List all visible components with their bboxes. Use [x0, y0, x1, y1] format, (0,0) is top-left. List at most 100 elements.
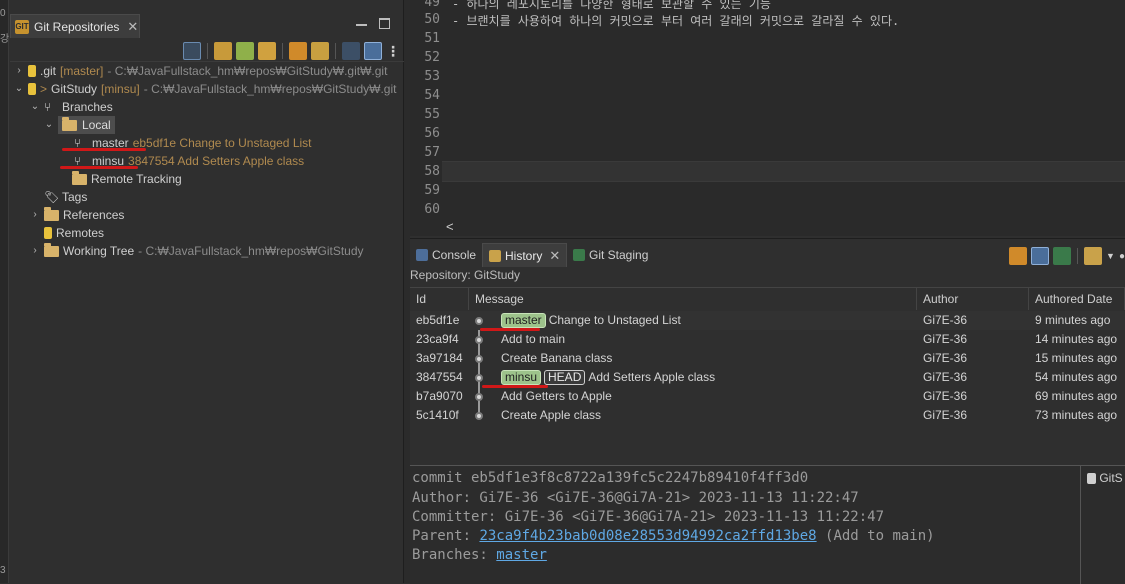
commit-author: Gi7E-36: [923, 332, 968, 346]
tab-console[interactable]: Console: [410, 243, 482, 267]
commit-id: 3a97184: [416, 351, 463, 365]
hierarchical-layout-icon[interactable]: [342, 42, 360, 60]
branch-tag: minsu: [501, 370, 542, 385]
link-with-selection-icon[interactable]: [1031, 247, 1050, 265]
branch-link[interactable]: master: [496, 547, 547, 563]
collapse-all-icon[interactable]: [183, 42, 201, 60]
expand-icon[interactable]: ›: [30, 206, 40, 224]
table-row[interactable]: 23ca9f4 Add to main Gi7E-36 14 minutes a…: [410, 330, 1125, 349]
edge-char-top: 0: [0, 8, 6, 19]
refresh-icon[interactable]: [1009, 247, 1028, 265]
view-menu-icon[interactable]: ⋮: [386, 43, 400, 60]
tab-history[interactable]: History ✕: [482, 243, 568, 267]
branches-label: Branches:: [412, 547, 497, 563]
tree-item-git-repo[interactable]: › .git [master] - C:₩JavaFullstack_hm₩re…: [14, 62, 387, 80]
tab-git-repositories-label: Git Repositories: [34, 19, 120, 34]
expand-icon[interactable]: ›: [30, 242, 40, 260]
show-all-branches-icon[interactable]: [1084, 247, 1103, 265]
file-icon: [1087, 473, 1096, 485]
collapse-icon[interactable]: ⌄: [30, 98, 40, 116]
scroll-left-icon[interactable]: <: [446, 219, 454, 234]
commit-id: 23ca9f4: [416, 332, 459, 346]
line-number: 51: [424, 31, 440, 46]
close-icon[interactable]: ✕: [127, 19, 138, 35]
branches-line: Branches: master: [412, 547, 547, 563]
table-row[interactable]: b7a9070 Add Getters to Apple Gi7E-36 69 …: [410, 387, 1125, 406]
flat-layout-icon[interactable]: [364, 42, 382, 60]
tree-item-working-tree[interactable]: › Working Tree - C:₩JavaFullstack_hm₩rep…: [30, 242, 364, 260]
refresh-icon[interactable]: [289, 42, 307, 60]
left-edge-strip: 0 강 3: [0, 0, 9, 583]
tab-history-label: History: [505, 248, 543, 263]
commit-message: Add Setters Apple class: [588, 370, 716, 384]
git-repositories-icon: GIT: [15, 19, 29, 34]
collapse-icon[interactable]: ⌄: [44, 116, 54, 134]
column-header-id[interactable]: Id: [410, 288, 469, 310]
close-icon[interactable]: ✕: [549, 248, 560, 264]
expand-icon[interactable]: ›: [14, 62, 24, 80]
table-row[interactable]: 3a97184 Create Banana class Gi7E-36 15 m…: [410, 349, 1125, 368]
commit-date: 14 minutes ago: [1035, 332, 1118, 346]
column-header-author[interactable]: Author: [917, 288, 1029, 310]
parent-commit-link[interactable]: 23ca9f4b23bab0d08e28553d94992ca2ffd13be8: [479, 528, 816, 544]
tree-item-references[interactable]: › References: [30, 206, 124, 224]
commit-id: b7a9070: [416, 389, 463, 403]
references-label: References: [63, 208, 125, 222]
add-repository-icon[interactable]: [214, 42, 232, 60]
repository-icon: [28, 65, 36, 77]
minimize-icon[interactable]: [356, 18, 367, 26]
commit-id: eb5df1e: [416, 313, 460, 327]
tab-git-repositories[interactable]: GIT Git Repositories ✕: [10, 14, 140, 38]
toolbar-separator: [207, 43, 208, 59]
parent-label: Parent:: [412, 528, 480, 544]
text-editor[interactable]: 49 - 하나의 레포지토리를 다양한 형태로 보관할 수 있는 기능 50 -…: [410, 0, 1125, 236]
tags-icon: 🏷: [44, 189, 60, 204]
table-row[interactable]: 5c1410f Create Apple class Gi7E-36 73 mi…: [410, 406, 1125, 425]
folder-icon: [44, 206, 59, 221]
code-line[interactable]: - 하나의 레포지토리를 다양한 형태로 보관할 수 있는 기능: [452, 0, 771, 12]
commit-author: Gi7E-36: [923, 370, 968, 384]
chevron-down-icon[interactable]: ▼: [1106, 251, 1115, 261]
tags-label: Tags: [62, 190, 88, 204]
code-line[interactable]: - 브랜치를 사용하여 하나의 커밋으로 부터 여러 갈래의 커밋으로 갈라질 …: [452, 12, 899, 29]
tree-item-branches[interactable]: ⌄ ⑂ Branches: [30, 98, 113, 116]
horizontal-scrollbar[interactable]: <: [440, 219, 1125, 235]
tree-item-gitstudy-repo[interactable]: ⌄ > GitStudy [minsu] - C:₩JavaFullstack_…: [14, 80, 397, 98]
tree-item-remotes[interactable]: Remotes: [30, 224, 104, 242]
create-repository-icon[interactable]: [258, 42, 276, 60]
commit-graph-node: [475, 317, 483, 325]
commit-details[interactable]: commit eb5df1e3f8c8722a139fc5c2247b89410…: [410, 465, 1080, 584]
tree-item-remote-tracking[interactable]: Remote Tracking: [58, 170, 182, 188]
file-item[interactable]: GitS: [1087, 471, 1123, 485]
collapse-icon[interactable]: ⌄: [14, 80, 24, 98]
bottom-tabbar: Console History ✕ Git Staging ▼ ●: [410, 243, 1125, 267]
branch-commit-desc: eb5df1e Change to Unstaged List: [132, 136, 312, 150]
git-repositories-tabbar: GIT Git Repositories ✕: [10, 14, 404, 38]
clone-repository-icon[interactable]: [236, 42, 254, 60]
parent-line: Parent: 23ca9f4b23bab0d08e28553d94992ca2…: [412, 528, 935, 544]
tree-item-local[interactable]: ⌄ Local: [44, 116, 115, 134]
parent-note: (Add to main): [816, 528, 935, 544]
line-number: 55: [424, 107, 440, 122]
toolbar-separator: [335, 43, 336, 59]
column-header-message[interactable]: Message: [469, 288, 917, 310]
commit-graph-node: [475, 412, 483, 420]
tab-git-staging[interactable]: Git Staging: [567, 243, 654, 267]
red-annotation-underline: [480, 328, 540, 331]
column-header-date[interactable]: Authored Date: [1029, 288, 1125, 310]
tree-item-tags[interactable]: 🏷 Tags: [30, 188, 87, 206]
maximize-icon[interactable]: [379, 18, 390, 29]
repo-name: GitStudy: [51, 82, 98, 96]
head-tag: HEAD: [544, 370, 586, 385]
line-number: 53: [424, 69, 440, 84]
commit-message: Add to main: [501, 332, 566, 346]
compare-mode-icon[interactable]: [1053, 247, 1072, 265]
link-with-selection-icon[interactable]: [311, 42, 329, 60]
line-number: 58: [424, 164, 440, 179]
folder-icon: [44, 242, 59, 257]
local-label: Local: [82, 118, 111, 132]
branch-tag: master: [501, 313, 546, 328]
line-number: 49: [424, 0, 440, 10]
commit-graph-node: [475, 355, 483, 363]
view-menu-icon[interactable]: ●: [1119, 251, 1125, 262]
